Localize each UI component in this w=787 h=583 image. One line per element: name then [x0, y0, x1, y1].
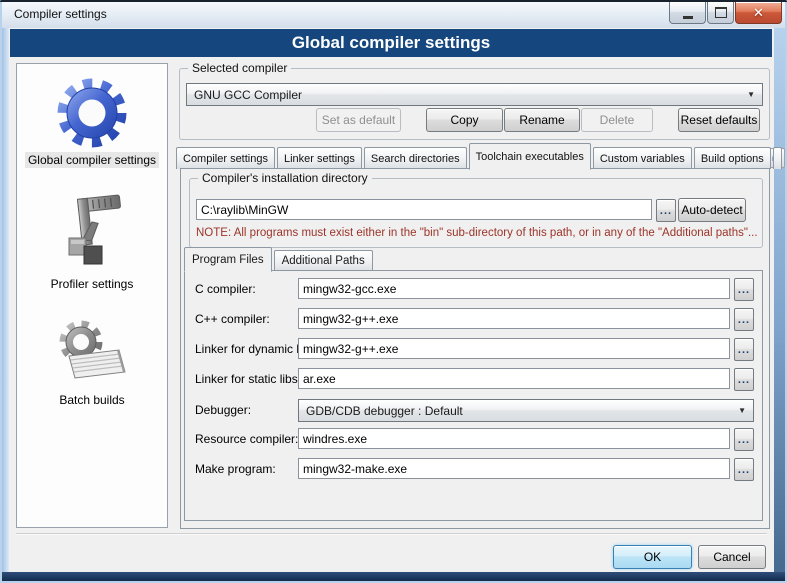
- close-icon: ✕: [753, 5, 764, 21]
- ok-button[interactable]: OK: [613, 545, 692, 569]
- installation-directory-group-label: Compiler's installation directory: [198, 171, 372, 185]
- ellipsis-icon: ...: [738, 316, 750, 324]
- debugger-label: Debugger:: [195, 403, 251, 417]
- window-title: Compiler settings: [14, 7, 107, 21]
- make-program-label: Make program:: [195, 462, 276, 476]
- browse-static-linker-button[interactable]: ...: [734, 368, 754, 391]
- tab-search-directories[interactable]: Search directories: [364, 147, 467, 169]
- browse-c-compiler-button[interactable]: ...: [734, 278, 754, 301]
- window-frame-bottom: [2, 572, 785, 581]
- ellipsis-icon: ...: [660, 207, 672, 215]
- minimize-button[interactable]: [669, 2, 706, 24]
- program-files-tabs: Program Files Additional Paths: [184, 248, 375, 271]
- bin-subdirectory-note: NOTE: All programs must exist either in …: [196, 227, 758, 239]
- tab-program-files[interactable]: Program Files: [184, 247, 272, 272]
- maximize-icon: [715, 7, 727, 18]
- tab-toolchain-executables[interactable]: Toolchain executables: [469, 143, 591, 170]
- static-linker-label: Linker for static libs:: [195, 372, 301, 386]
- browse-resource-compiler-button[interactable]: ...: [734, 428, 754, 451]
- dynamic-linker-input[interactable]: [298, 338, 730, 359]
- tab-linker-settings[interactable]: Linker settings: [277, 147, 362, 169]
- sidebar-item-label: Profiler settings: [48, 276, 137, 292]
- rename-button[interactable]: Rename: [504, 108, 580, 132]
- settings-category-list: Global compiler settings: [16, 63, 168, 528]
- sidebar-item-profiler-settings[interactable]: Profiler settings: [17, 276, 167, 292]
- auto-detect-button[interactable]: Auto-detect: [678, 198, 746, 222]
- selected-compiler-group: Selected compiler GNU GCC Compiler ▼ Set…: [179, 68, 770, 140]
- copy-button[interactable]: Copy: [426, 108, 503, 132]
- sidebar-item-batch-builds[interactable]: Batch builds: [17, 392, 167, 408]
- chevron-down-icon: ▼: [747, 90, 755, 99]
- footer-divider: [16, 533, 767, 535]
- window-controls: ✕: [668, 2, 782, 23]
- page-title: Global compiler settings: [292, 33, 490, 53]
- browse-directory-button[interactable]: ...: [656, 199, 676, 222]
- sidebar-item-label: Global compiler settings: [25, 152, 159, 168]
- c-compiler-input[interactable]: [298, 278, 730, 299]
- tab-partial[interactable]: [773, 147, 782, 169]
- cpp-compiler-label: C++ compiler:: [195, 312, 270, 326]
- compiler-select[interactable]: GNU GCC Compiler ▼: [186, 83, 763, 106]
- selected-compiler-group-label: Selected compiler: [188, 61, 291, 75]
- cancel-button[interactable]: Cancel: [698, 545, 766, 569]
- minimize-icon: [683, 16, 693, 19]
- dialog-client-area: Global compiler settings Global compiler…: [9, 28, 774, 572]
- delete-button[interactable]: Delete: [581, 108, 653, 132]
- program-files-panel: C compiler: ... C++ compiler: ... Linker…: [184, 270, 763, 521]
- ellipsis-icon: ...: [738, 346, 750, 354]
- maximize-button[interactable]: [707, 2, 734, 24]
- c-compiler-label: C compiler:: [195, 282, 256, 296]
- debugger-select[interactable]: GDB/CDB debugger : Default ▼: [298, 399, 754, 422]
- compiler-settings-window: Compiler settings ✕ Global compiler sett…: [0, 0, 787, 583]
- caliper-icon: [57, 194, 127, 270]
- tab-custom-variables[interactable]: Custom variables: [593, 147, 692, 169]
- chevron-down-icon: ▼: [738, 406, 746, 415]
- compiler-tabs: Compiler settings Linker settings Search…: [176, 143, 784, 169]
- make-program-input[interactable]: [298, 458, 730, 479]
- window-frame-right: [774, 28, 785, 572]
- ellipsis-icon: ...: [738, 286, 750, 294]
- tab-additional-paths[interactable]: Additional Paths: [274, 250, 373, 271]
- sidebar-item-label: Batch builds: [56, 392, 127, 408]
- dialog-header: Global compiler settings: [10, 29, 772, 57]
- resource-compiler-input[interactable]: [298, 428, 730, 449]
- static-linker-input[interactable]: [298, 368, 730, 389]
- close-button[interactable]: ✕: [735, 2, 782, 24]
- tab-build-options[interactable]: Build options: [694, 147, 771, 169]
- debugger-select-value: GDB/CDB debugger : Default: [306, 404, 463, 418]
- browse-make-program-button[interactable]: ...: [734, 458, 754, 481]
- browse-cpp-compiler-button[interactable]: ...: [734, 308, 754, 331]
- installation-directory-input[interactable]: [196, 199, 652, 220]
- ellipsis-icon: ...: [738, 466, 750, 474]
- tab-compiler-settings[interactable]: Compiler settings: [176, 147, 275, 169]
- set-as-default-button[interactable]: Set as default: [316, 108, 401, 132]
- browse-dynamic-linker-button[interactable]: ...: [734, 338, 754, 361]
- cpp-compiler-input[interactable]: [298, 308, 730, 329]
- installation-directory-group: Compiler's installation directory ... Au…: [189, 178, 763, 248]
- gray-gear-icon: [53, 316, 131, 384]
- sidebar-item-global-compiler-settings[interactable]: Global compiler settings: [17, 152, 167, 168]
- resource-compiler-label: Resource compiler:: [195, 432, 298, 446]
- ellipsis-icon: ...: [738, 436, 750, 444]
- reset-defaults-button[interactable]: Reset defaults: [678, 108, 760, 132]
- window-frame-left: [2, 28, 9, 572]
- compiler-select-value: GNU GCC Compiler: [194, 88, 302, 102]
- blue-gear-icon: [50, 70, 134, 154]
- ellipsis-icon: ...: [738, 376, 750, 384]
- toolchain-executables-panel: Compiler's installation directory ... Au…: [180, 168, 770, 529]
